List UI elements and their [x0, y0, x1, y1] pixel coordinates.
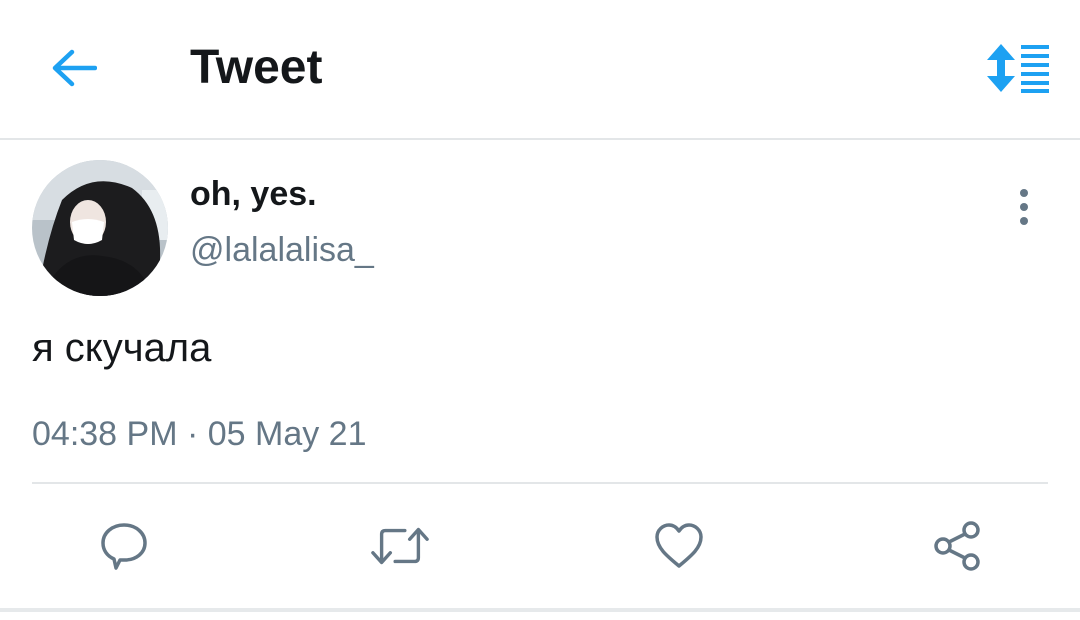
share-button[interactable]: [927, 516, 987, 576]
display-name[interactable]: oh, yes.: [190, 174, 317, 214]
share-icon: [934, 521, 980, 571]
back-button[interactable]: [44, 40, 104, 96]
retweet-icon: [371, 527, 429, 565]
top-app-bar: Tweet: [0, 0, 1080, 140]
sort-button[interactable]: [982, 38, 1054, 98]
section-divider: [0, 608, 1080, 612]
avatar[interactable]: [32, 160, 168, 296]
user-handle[interactable]: @lalalalisa_: [190, 230, 374, 270]
page-title: Tweet: [190, 41, 323, 94]
like-icon: [655, 523, 703, 568]
reply-button[interactable]: [94, 516, 154, 576]
divider: [32, 482, 1048, 484]
more-options-button[interactable]: [1004, 182, 1044, 232]
tweet-text: я скучала: [32, 326, 212, 370]
sort-list-icon: [987, 44, 1049, 93]
avatar-image: [32, 160, 168, 296]
reply-icon: [101, 523, 147, 570]
tweet-timestamp: 04:38 PM · 05 May 21: [32, 415, 367, 453]
arrow-left-icon: [52, 49, 97, 87]
retweet-button[interactable]: [370, 516, 430, 576]
more-vertical-icon: [1020, 189, 1028, 225]
like-button[interactable]: [649, 516, 709, 576]
tweet-detail-screen: Tweet oh, yes. @lalalalisa_ я скучала 04…: [0, 0, 1080, 620]
